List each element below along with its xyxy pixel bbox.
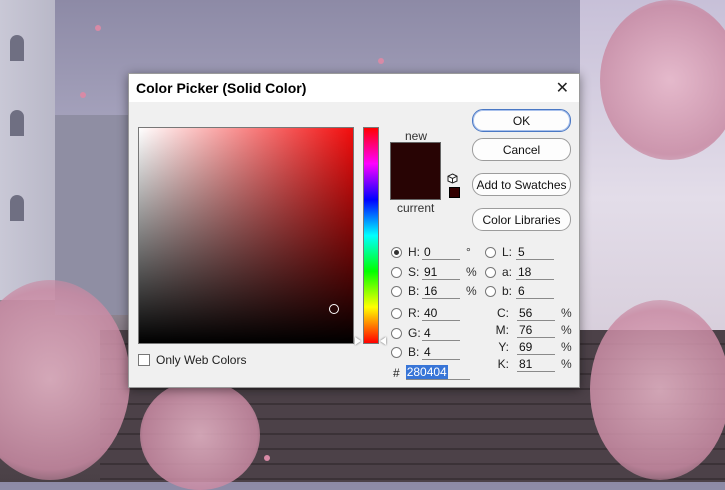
- out-of-gamut-cube-icon[interactable]: [447, 173, 458, 184]
- lab-b-input[interactable]: 6: [516, 284, 554, 299]
- lab-l-label: L:: [502, 245, 513, 259]
- blue-row: B: 4: [391, 344, 460, 360]
- color-libraries-button[interactable]: Color Libraries: [472, 208, 571, 231]
- only-web-colors-checkbox[interactable]: [138, 354, 150, 366]
- saturation-input[interactable]: 91: [422, 265, 460, 280]
- magenta-row: M: 76 %: [495, 322, 572, 338]
- only-web-colors-option[interactable]: Only Web Colors: [138, 353, 246, 367]
- color-field-marker[interactable]: [329, 304, 339, 314]
- title-bar[interactable]: Color Picker (Solid Color) ✕: [129, 74, 579, 102]
- lab-b-radio[interactable]: [485, 285, 496, 297]
- color-preview-swatch[interactable]: [390, 142, 441, 200]
- saturation-radio[interactable]: [391, 266, 402, 278]
- hue-row: H: 0 °: [391, 244, 471, 260]
- web-safe-color-swatch[interactable]: [449, 187, 460, 198]
- brightness-row: B: 16 %: [391, 283, 477, 299]
- brightness-input[interactable]: 16: [422, 284, 460, 299]
- saturation-brightness-field[interactable]: [138, 127, 354, 344]
- cyan-input[interactable]: 56: [517, 306, 555, 321]
- black-label: K:: [497, 357, 509, 371]
- yellow-input[interactable]: 69: [517, 340, 555, 355]
- background-blossom: [140, 380, 260, 490]
- saturation-row: S: 91 %: [391, 264, 477, 280]
- hue-slider-right-arrow[interactable]: [380, 337, 386, 345]
- green-radio[interactable]: [391, 327, 402, 339]
- yellow-unit: %: [561, 340, 572, 354]
- lab-l-row: L: 5: [485, 244, 554, 260]
- background-blossom: [590, 300, 725, 480]
- tower-window: [10, 110, 24, 136]
- hue-slider[interactable]: [363, 127, 379, 344]
- black-unit: %: [561, 357, 572, 371]
- brightness-radio[interactable]: [391, 285, 402, 297]
- new-color-label: new: [405, 129, 428, 143]
- hex-value-selected: 280404: [405, 365, 448, 379]
- hue-radio[interactable]: [391, 246, 402, 258]
- cancel-button[interactable]: Cancel: [472, 138, 571, 161]
- hex-row: # 280404: [393, 365, 470, 380]
- cyan-row: C: 56 %: [495, 305, 572, 321]
- blue-label: B:: [408, 345, 420, 359]
- magenta-label: M:: [495, 323, 509, 337]
- background-petal: [378, 58, 384, 64]
- hue-unit: °: [466, 245, 471, 259]
- lab-b-label: b:: [502, 284, 513, 298]
- lab-a-label: a:: [502, 265, 513, 279]
- yellow-row: Y: 69 %: [495, 339, 572, 355]
- cyan-label: C:: [497, 306, 509, 320]
- red-row: R: 40: [391, 305, 460, 321]
- lab-a-radio[interactable]: [485, 266, 496, 278]
- yellow-label: Y:: [498, 340, 509, 354]
- saturation-label: S:: [408, 265, 420, 279]
- background-petal: [95, 25, 101, 31]
- background-petal: [80, 92, 86, 98]
- green-row: G: 4: [391, 325, 460, 341]
- magenta-input[interactable]: 76: [517, 323, 555, 338]
- hue-slider-left-arrow[interactable]: [355, 337, 361, 345]
- add-to-swatches-button[interactable]: Add to Swatches: [472, 173, 571, 196]
- lab-l-input[interactable]: 5: [516, 245, 554, 260]
- color-picker-dialog: Color Picker (Solid Color) ✕ Only Web Co…: [128, 73, 580, 388]
- background-tower: [0, 0, 55, 300]
- cyan-unit: %: [561, 306, 572, 320]
- hex-label: #: [393, 365, 400, 380]
- green-label: G:: [408, 326, 421, 340]
- blue-radio[interactable]: [391, 346, 402, 358]
- lab-l-radio[interactable]: [485, 246, 496, 258]
- background-petal: [264, 455, 270, 461]
- magenta-unit: %: [561, 323, 572, 337]
- saturation-unit: %: [466, 265, 477, 279]
- black-input[interactable]: 81: [517, 357, 555, 372]
- hue-label: H:: [408, 245, 420, 259]
- brightness-label: B:: [408, 284, 420, 298]
- lab-a-row: a: 18: [485, 264, 554, 280]
- tower-window: [10, 35, 24, 61]
- brightness-unit: %: [466, 284, 477, 298]
- black-row: K: 81 %: [495, 356, 572, 372]
- dialog-title: Color Picker (Solid Color): [136, 80, 307, 96]
- blue-input[interactable]: 4: [422, 345, 460, 360]
- tower-window: [10, 195, 24, 221]
- lab-a-input[interactable]: 18: [516, 265, 554, 280]
- close-icon[interactable]: ✕: [556, 78, 569, 98]
- lab-b-row: b: 6: [485, 283, 554, 299]
- ok-button[interactable]: OK: [472, 109, 571, 132]
- green-input[interactable]: 4: [422, 326, 460, 341]
- hue-input[interactable]: 0: [422, 245, 460, 260]
- current-color-label: current: [397, 201, 435, 215]
- red-radio[interactable]: [391, 307, 402, 319]
- red-label: R:: [408, 306, 420, 320]
- only-web-colors-label: Only Web Colors: [156, 353, 247, 367]
- hex-input[interactable]: 280404: [405, 365, 470, 380]
- red-input[interactable]: 40: [422, 306, 460, 321]
